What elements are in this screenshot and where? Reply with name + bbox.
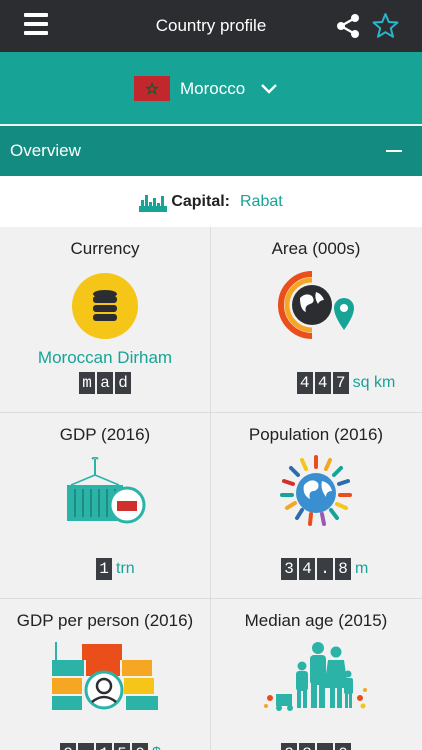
area-title: Area (000s)	[271, 239, 361, 258]
median-age-title: Median age (2015)	[244, 611, 388, 630]
gdp-per-person-unit: $	[152, 745, 161, 750]
odometer-digit: 0	[335, 743, 351, 750]
stats-grid: Currency Moroccan Dirham m a d Area (000…	[0, 227, 422, 750]
shipping-container-icon	[67, 457, 146, 524]
odometer-digit: .	[317, 743, 333, 750]
gdp-cell: GDP (2016) 1 trn	[0, 413, 210, 598]
gdp-per-person-cell: GDP per person (2016) 2 , 1 5 0 $	[0, 599, 210, 750]
family-group-icon	[264, 642, 367, 711]
odometer-digit: 8	[299, 743, 315, 750]
country-name: Morocco	[180, 79, 246, 98]
gdp-title: GDP (2016)	[59, 425, 151, 444]
section-title: Overview	[10, 141, 81, 160]
top-app-bar: Country profile	[0, 0, 422, 52]
morocco-flag-icon	[134, 76, 170, 101]
population-cell: Population (2016) 3 4 . 8 m	[211, 413, 421, 598]
currency-title: Currency	[70, 239, 140, 258]
capital-label: Capital:	[171, 192, 230, 210]
odometer-digit: 1	[96, 558, 112, 580]
people-around-globe-icon	[280, 455, 352, 526]
gdp-per-person-value: 2 , 1 5 0	[60, 743, 148, 750]
odometer-digit: d	[115, 372, 131, 394]
odometer-digit: 3	[281, 558, 297, 580]
collapse-icon[interactable]	[386, 150, 402, 152]
odometer-digit: 0	[132, 743, 148, 750]
currency-code: m a d	[79, 372, 131, 394]
gdp-per-person-title: GDP per person (2016)	[16, 611, 194, 630]
odometer-digit: m	[79, 372, 95, 394]
odometer-digit: 7	[332, 372, 349, 394]
currency-name: Moroccan Dirham	[37, 348, 173, 367]
country-selector[interactable]: Morocco	[0, 52, 422, 124]
chevron-down-icon[interactable]	[260, 80, 278, 98]
globe-map-pin-icon	[278, 271, 354, 339]
capital-row: Capital: Rabat	[0, 176, 422, 227]
odometer-digit: 2	[281, 743, 297, 750]
currency-cell: Currency Moroccan Dirham m a d	[0, 227, 210, 412]
area-cell: Area (000s) 4 4 7 sq km	[211, 227, 421, 412]
odometer-digit: 4	[296, 372, 313, 394]
odometer-digit: 5	[114, 743, 130, 750]
favorite-star-icon[interactable]	[372, 12, 399, 39]
population-title: Population (2016)	[248, 425, 384, 444]
population-value: 3 4 . 8	[281, 558, 351, 580]
city-skyline-icon	[139, 194, 168, 212]
median-age-value: 2 8 . 0	[281, 743, 351, 750]
population-unit: m	[355, 560, 369, 577]
odometer-digit: ,	[78, 743, 94, 750]
median-age-cell: Median age (2015)	[211, 599, 421, 750]
gdp-unit: trn	[116, 560, 135, 577]
coins-icon	[72, 273, 138, 339]
area-value: 4 4 7	[296, 372, 349, 394]
odometer-digit: 1	[96, 743, 112, 750]
odometer-digit: 2	[60, 743, 76, 750]
odometer-digit: .	[317, 558, 333, 580]
share-icon[interactable]	[335, 13, 361, 39]
odometer-digit: 4	[314, 372, 331, 394]
overview-section-header[interactable]: Overview	[0, 126, 422, 176]
gdp-value: 1	[96, 558, 112, 580]
odometer-digit: 4	[299, 558, 315, 580]
stacked-containers-icon	[52, 642, 158, 710]
capital-value: Rabat	[239, 192, 283, 210]
area-unit: sq km	[352, 374, 396, 391]
odometer-digit: 8	[335, 558, 351, 580]
odometer-digit: a	[97, 372, 113, 394]
